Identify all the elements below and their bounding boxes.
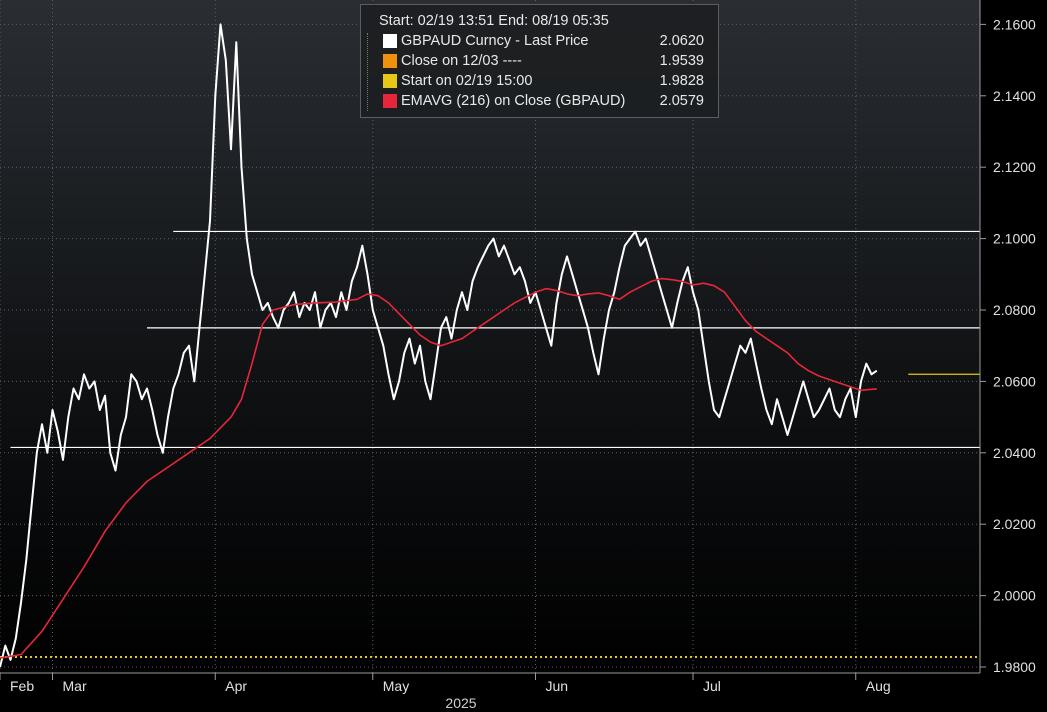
- x-axis: Feb Mar Apr May Jun Jul Aug: [0, 673, 891, 694]
- legend-label: EMAVG (216) on Close (GBPAUD): [401, 93, 626, 109]
- legend-item-emavg[interactable]: EMAVG (216) on Close (GBPAUD) 2.0579: [379, 91, 710, 111]
- y-tick-label: 2.0400: [993, 445, 1036, 461]
- x-tick-label: Jul: [703, 678, 721, 694]
- x-tick-label: Feb: [10, 678, 34, 694]
- y-tick-label: 2.0200: [993, 516, 1036, 532]
- legend-item-start[interactable]: Start on 02/19 15:00 1.9828: [379, 71, 710, 91]
- legend-tree-guide: [367, 33, 374, 111]
- legend-value: 1.9539: [659, 53, 704, 69]
- legend-item-close[interactable]: Close on 12/03 ---- 1.9539: [379, 51, 710, 71]
- legend-header: Start: 02/19 13:51 End: 08/19 05:35: [379, 13, 609, 29]
- legend-value: 2.0620: [659, 33, 704, 49]
- y-tick-label: 1.9800: [993, 659, 1036, 675]
- y-tick-label: 2.1400: [993, 88, 1036, 104]
- x-tick-label: Mar: [63, 678, 87, 694]
- x-tick-label: Aug: [866, 678, 891, 694]
- y-tick-label: 2.0600: [993, 373, 1036, 389]
- x-tick-label: May: [383, 678, 409, 694]
- legend-swatch-start: [383, 74, 397, 88]
- x-tick-label: Jun: [546, 678, 569, 694]
- legend-label: Close on 12/03 ----: [401, 53, 522, 69]
- y-tick-label: 2.1000: [993, 231, 1036, 247]
- chart-legend: Start: 02/19 13:51 End: 08/19 05:35 GBPA…: [360, 4, 719, 118]
- legend-item-last-price[interactable]: GBPAUD Curncy - Last Price 2.0620: [379, 31, 710, 51]
- x-tick-label: Apr: [225, 678, 247, 694]
- x-year-label: 2025: [445, 695, 476, 711]
- legend-value: 2.0579: [659, 93, 704, 109]
- legend-swatch-close: [383, 54, 397, 68]
- legend-value: 1.9828: [659, 73, 704, 89]
- legend-swatch-emavg: [383, 94, 397, 108]
- legend-swatch-last-price: [383, 34, 397, 48]
- y-tick-label: 2.1600: [993, 16, 1036, 32]
- y-tick-label: 2.0000: [993, 588, 1036, 604]
- y-tick-label: 2.0800: [993, 302, 1036, 318]
- legend-label: GBPAUD Curncy - Last Price: [401, 33, 589, 49]
- legend-label: Start on 02/19 15:00: [401, 73, 533, 89]
- y-axis: 2.1600 2.1400 2.1200 2.1000 2.0800 2.0600 2.04…: [980, 16, 1036, 675]
- y-tick-label: 2.1200: [993, 159, 1036, 175]
